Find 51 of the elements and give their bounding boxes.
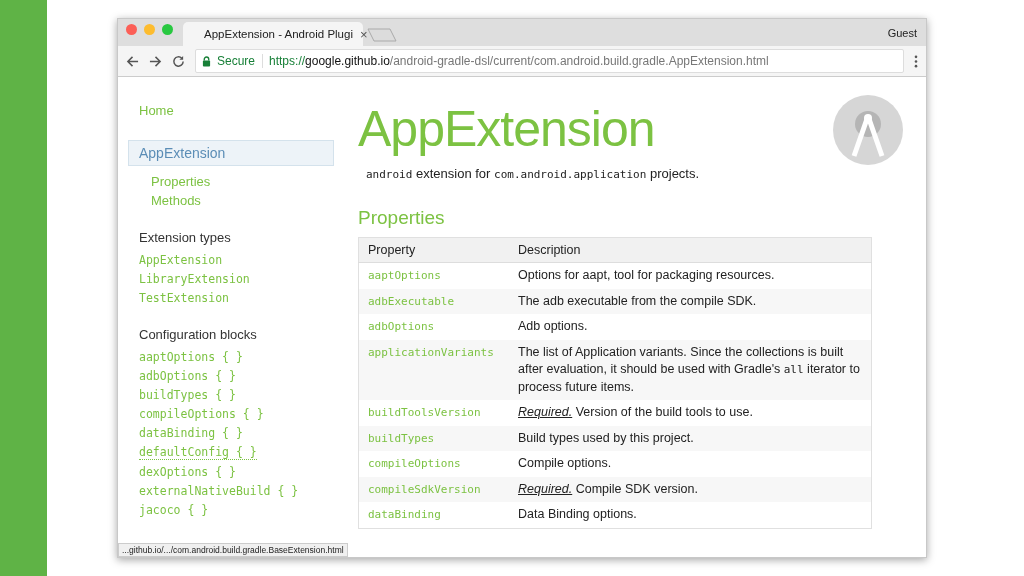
sidebar-link[interactable]: compileOptions { } — [139, 407, 264, 421]
intro-text: android extension for com.android.application projects. — [366, 166, 701, 181]
compass-logo-icon — [832, 94, 904, 166]
sidebar-subitem[interactable]: Methods — [151, 193, 211, 208]
reload-icon[interactable] — [172, 54, 185, 68]
sidebar-link[interactable]: LibraryExtension — [139, 272, 250, 286]
sidebar-link[interactable]: AppExtension — [139, 253, 223, 267]
home-link[interactable]: Home — [139, 103, 174, 118]
required-link[interactable]: Required. — [518, 405, 573, 419]
sidebar-link[interactable]: defaultConfig { } — [139, 445, 257, 460]
page-title: AppExtension — [358, 100, 655, 159]
sidebar-link[interactable]: dexOptions { } — [139, 465, 236, 479]
column-header: Description — [509, 237, 872, 263]
profile-name[interactable]: Guest — [887, 26, 926, 39]
menu-icon[interactable] — [914, 54, 918, 68]
description-cell: Data Binding options. — [509, 502, 872, 528]
sidebar-item[interactable]: AppExtension — [128, 140, 334, 166]
description-cell: Required. Compile SDK version. — [509, 476, 872, 502]
section-heading: Properties — [358, 207, 446, 229]
description-cell: Required. Version of the build tools to use. — [509, 400, 872, 426]
description-cell: Build types used by this project. — [509, 425, 872, 451]
url-text: https://google.github.io/android-gradle-dsl/current/com.android.build.gradle.AppExtension.html — [269, 54, 769, 68]
sidebar-heading: Configuration blocks — [139, 327, 257, 342]
property-link[interactable]: dataBinding — [368, 508, 441, 521]
back-icon[interactable] — [126, 54, 139, 68]
description-cell: The list of Application variants. Since the collections is built after evaluation, it should be used with Gradle's all iterator to process future items. — [509, 339, 872, 400]
sidebar-link[interactable]: externalNativeBuild { } — [139, 484, 299, 498]
forward-icon[interactable] — [149, 54, 162, 68]
description-cell: Compile options. — [509, 451, 872, 477]
lock-icon — [202, 55, 211, 67]
status-url: ...github.io/.../com.android.build.gradle.BaseExtension.html — [118, 543, 348, 557]
sidebar-link[interactable]: buildTypes { } — [139, 388, 236, 402]
sidebar-link[interactable]: jacoco { } — [139, 503, 209, 517]
address-bar[interactable]: Secure https://google.github.io/android-gradle-dsl/current/com.android.build.gradle.AppExtension.html — [195, 49, 904, 73]
description-cell: The adb executable from the compile SDK. — [509, 288, 872, 314]
sidebar-link[interactable]: aaptOptions { } — [139, 350, 243, 364]
required-link[interactable]: Required. — [518, 481, 573, 496]
property-link[interactable]: adbOptions — [368, 320, 435, 333]
sidebar-link[interactable]: TestExtension — [139, 291, 229, 305]
property-link[interactable]: buildToolsVersion — [368, 406, 481, 419]
description-cell: Adb options. — [509, 314, 872, 340]
property-link[interactable]: compileOptions — [368, 457, 461, 470]
security-label: Secure — [217, 54, 264, 68]
sidebar-heading: Extension types — [139, 230, 231, 245]
property-link[interactable]: aaptOptions — [368, 269, 441, 282]
sidebar-link[interactable]: adbOptions { } — [139, 369, 236, 383]
column-header: Property — [358, 237, 509, 263]
property-link[interactable]: applicationVariants — [368, 345, 494, 359]
description-cell: Options for aapt, tool for packaging resources. — [509, 262, 872, 289]
sidebar-subitem[interactable]: Properties — [151, 174, 211, 189]
sidebar-link[interactable]: dataBinding { } — [139, 426, 243, 440]
